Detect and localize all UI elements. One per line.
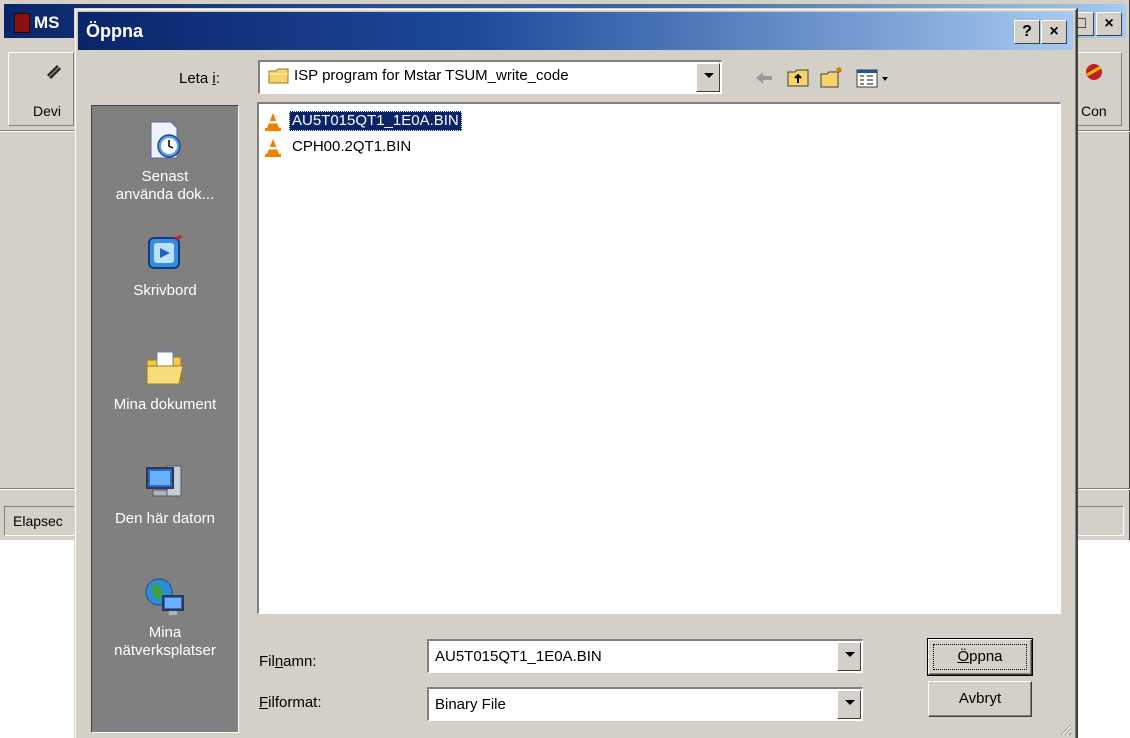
chevron-down-icon[interactable] <box>837 690 861 719</box>
file-name: AU5T015QT1_1E0A.BIN <box>289 111 462 131</box>
device-toolbar-button[interactable]: Devi <box>8 52 74 126</box>
up-one-level-icon[interactable] <box>785 65 811 91</box>
place-recent-documents[interactable]: Senast använda dok... <box>92 118 238 204</box>
dialog-title: Öppna <box>86 21 143 41</box>
connect-button-label: Con <box>1081 103 1107 119</box>
file-name: CPH00.2QT1.BIN <box>292 138 412 155</box>
dialog-close-button[interactable]: × <box>1041 20 1067 44</box>
view-menu-icon[interactable] <box>855 65 895 91</box>
desktop-icon <box>148 234 182 269</box>
filename-label: Filnamn: <box>259 653 317 670</box>
look-in-value: ISP program for Mstar TSUM_write_code <box>294 67 569 84</box>
device-button-label: Devi <box>33 103 62 119</box>
vlc-cone-icon <box>265 113 281 131</box>
place-my-computer[interactable]: Den här datorn <box>92 460 238 528</box>
dialog-titlebar[interactable]: Öppna ? × <box>78 12 1073 50</box>
my-computer-icon <box>146 465 182 497</box>
app-icon <box>14 13 30 33</box>
filetype-label: Filformat: <box>259 694 322 711</box>
chevron-down-icon[interactable] <box>696 63 720 92</box>
my-documents-icon <box>146 351 184 385</box>
filename-value: AU5T015QT1_1E0A.BIN <box>435 648 602 665</box>
filetype-dropdown[interactable]: Binary File <box>427 687 863 721</box>
look-in-dropdown[interactable]: ISP program for Mstar TSUM_write_code <box>258 60 722 94</box>
folder-icon <box>268 68 289 84</box>
open-button[interactable]: Öppna <box>927 638 1033 676</box>
place-network-line1: Mina <box>148 624 182 641</box>
connect-icon <box>1086 64 1102 80</box>
network-places-icon <box>145 578 184 615</box>
filename-input[interactable]: AU5T015QT1_1E0A.BIN <box>427 639 863 673</box>
cancel-button[interactable]: Avbryt <box>928 681 1032 717</box>
place-network[interactable]: Mina nätverksplatser <box>92 574 238 660</box>
place-desktop-label: Skrivbord <box>133 282 197 299</box>
background-app-title: MS <box>34 13 60 32</box>
back-arrow-icon[interactable] <box>751 65 777 91</box>
place-my-computer-label: Den här datorn <box>114 510 216 527</box>
place-desktop[interactable]: Skrivbord <box>92 232 238 300</box>
chip-icon <box>47 65 61 79</box>
look-in-label: Leta i: <box>179 70 220 87</box>
place-my-documents-label: Mina dokument <box>113 396 217 413</box>
help-button[interactable]: ? <box>1014 20 1040 44</box>
places-bar: Senast använda dok... Skrivbord Mina dok… <box>91 105 239 733</box>
file-list[interactable]: AU5T015QT1_1E0A.BIN CPH00.2QT1.BIN <box>257 102 1061 614</box>
connect-toolbar-button[interactable]: Con <box>1076 52 1122 126</box>
place-recent-line1: Senast <box>141 168 189 185</box>
close-icon[interactable]: × <box>1096 12 1122 36</box>
resize-grip-icon[interactable] <box>1058 722 1072 736</box>
new-folder-icon[interactable] <box>819 65 845 91</box>
open-file-dialog: Öppna ? × Leta i: ISP program for Mstar … <box>74 8 1078 738</box>
place-recent-line2: använda dok... <box>115 186 215 203</box>
place-my-documents[interactable]: Mina dokument <box>92 346 238 414</box>
vlc-cone-icon <box>265 139 281 157</box>
recent-documents-icon <box>150 121 181 159</box>
chevron-down-icon[interactable] <box>837 642 861 671</box>
place-network-line2: nätverksplatser <box>114 642 216 659</box>
open-button-label: Öppna <box>929 640 1031 674</box>
filetype-value: Binary File <box>435 696 506 713</box>
elapsed-label: Elapsec <box>13 513 63 529</box>
